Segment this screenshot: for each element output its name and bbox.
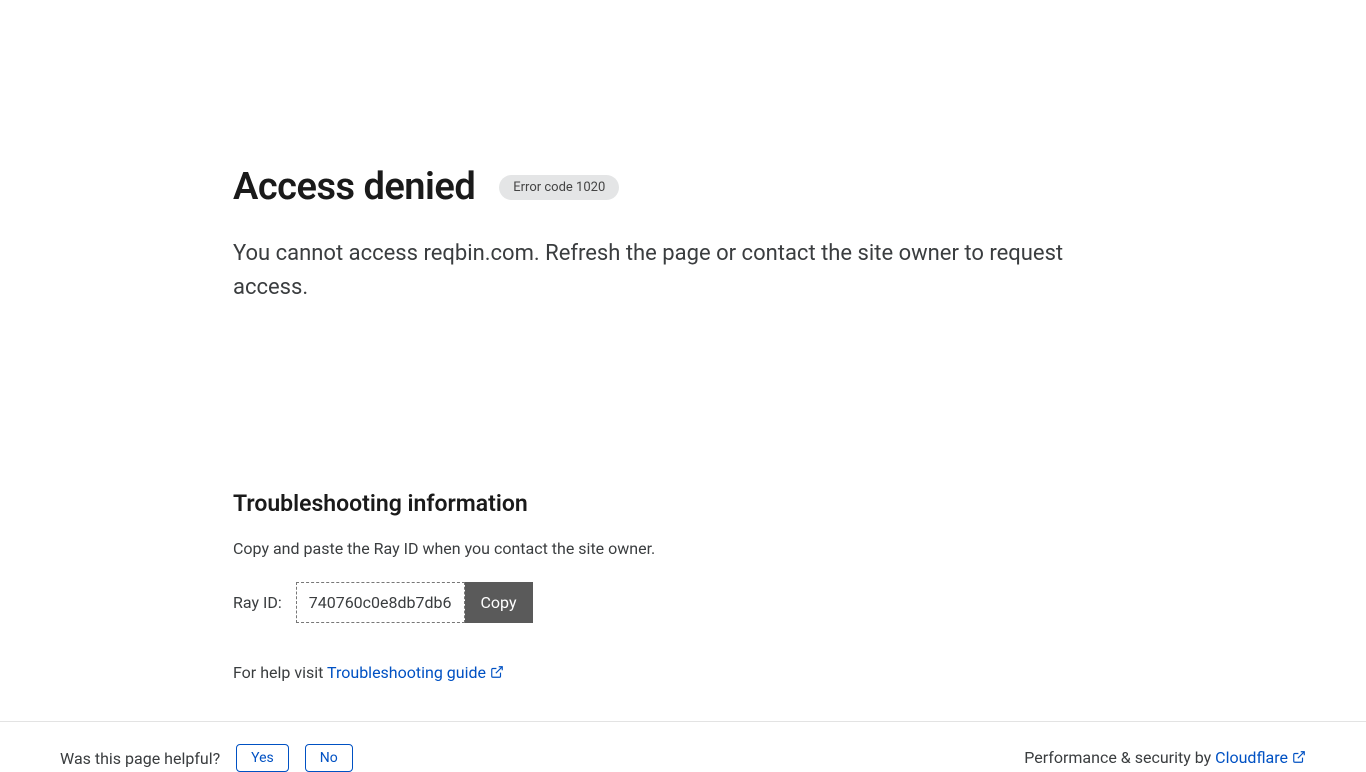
error-description: You cannot access reqbin.com. Refresh th…: [233, 237, 1133, 305]
help-row: For help visit Troubleshooting guide: [233, 663, 1133, 683]
ray-id-value: 740760c0e8db7db6: [296, 582, 465, 623]
header-section: Access denied Error code 1020 You cannot…: [233, 0, 1133, 305]
cloudflare-link-text: Cloudflare: [1215, 748, 1288, 767]
perf-prefix: Performance & security by: [1024, 748, 1215, 767]
ray-id-row: Ray ID: 740760c0e8db7db6 Copy: [233, 582, 1133, 623]
troubleshooting-instruction: Copy and paste the Ray ID when you conta…: [233, 539, 1133, 558]
title-row: Access denied Error code 1020: [233, 165, 1133, 209]
troubleshooting-guide-link[interactable]: Troubleshooting guide: [327, 663, 504, 682]
error-code-badge: Error code 1020: [499, 175, 619, 200]
external-link-icon: [490, 664, 504, 683]
page-title: Access denied: [233, 165, 475, 209]
footer-right: Performance & security by Cloudflare: [1024, 748, 1306, 768]
external-link-icon: [1292, 749, 1306, 768]
troubleshooting-section: Troubleshooting information Copy and pas…: [233, 490, 1133, 683]
troubleshooting-title: Troubleshooting information: [233, 490, 1133, 517]
footer: Was this page helpful? Yes No Performanc…: [0, 722, 1366, 772]
copy-button[interactable]: Copy: [465, 582, 533, 623]
cloudflare-link[interactable]: Cloudflare: [1215, 748, 1306, 767]
troubleshooting-guide-link-text: Troubleshooting guide: [327, 663, 486, 682]
helpful-prompt: Was this page helpful?: [60, 749, 220, 768]
help-prefix: For help visit: [233, 663, 327, 682]
ray-id-label: Ray ID:: [233, 593, 282, 612]
